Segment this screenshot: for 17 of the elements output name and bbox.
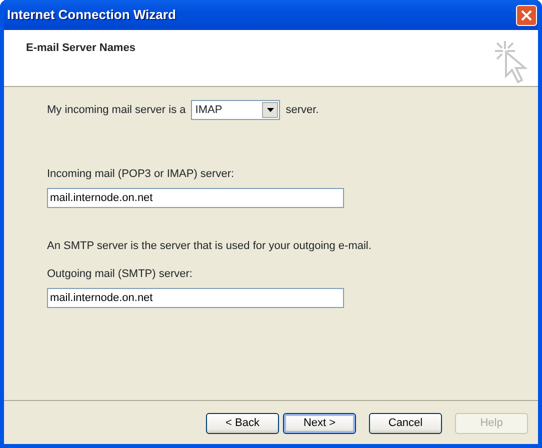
field-label: Incoming mail (POP3 or IMAP) server: — [47, 167, 236, 182]
server-type-dropdown[interactable]: IMAP — [191, 100, 280, 120]
wizard-button[interactable]: Cancel — [369, 413, 442, 434]
wizard-button[interactable]: Next > — [283, 413, 356, 434]
field-label: My incoming mail server is a — [47, 102, 186, 118]
field-label: server. — [286, 102, 319, 118]
page-heading: E-mail Server Names — [26, 41, 136, 56]
wizard-cursor-icon — [494, 40, 530, 84]
dropdown-arrow-icon — [266, 108, 274, 112]
close-button[interactable] — [516, 4, 537, 26]
field-label: Outgoing mail (SMTP) server: — [47, 267, 194, 282]
close-icon — [521, 10, 532, 20]
text-field[interactable]: mail.internode.on.net — [47, 288, 344, 308]
info-text: An SMTP server is the server that is used for your outgoing e-mail. — [47, 238, 372, 254]
wizard-button[interactable]: < Back — [206, 413, 279, 434]
window-title: Internet Connection Wizard — [7, 6, 176, 24]
text-field[interactable]: mail.internode.on.net — [47, 188, 344, 208]
